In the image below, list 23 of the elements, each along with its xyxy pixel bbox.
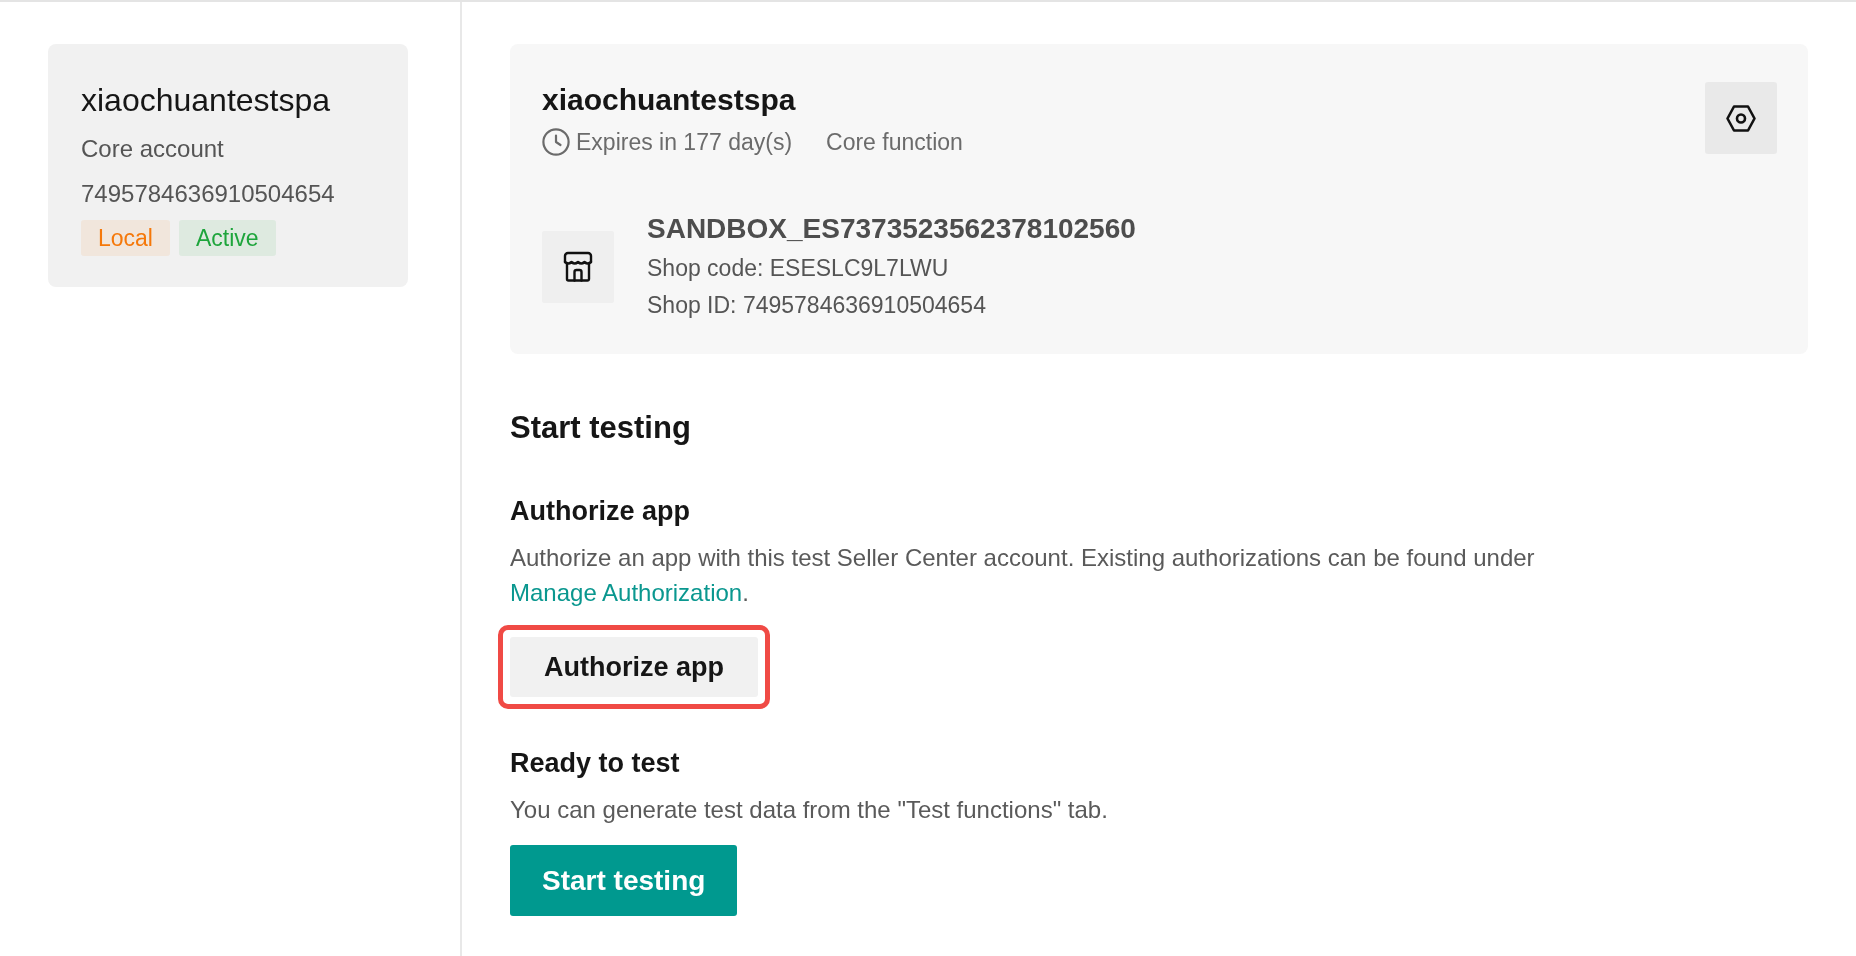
action-button[interactable]: Start testing xyxy=(510,845,738,916)
nut-icon xyxy=(1726,104,1756,132)
account-id: 7495784636910504654 xyxy=(81,180,336,208)
shop-card-title: xiaochuantestspa xyxy=(542,82,797,118)
expiry-text: Expires in 177 day(s) xyxy=(576,128,793,156)
subsection-heading: Authorize app xyxy=(510,495,691,527)
status-tag: Active xyxy=(179,220,276,256)
store-icon xyxy=(542,230,614,303)
section-title: Start testing xyxy=(510,410,692,446)
subsection-description: You can generate test data from the "Test functions" tab. xyxy=(510,795,1109,825)
shop-code: Shop code: ESESLC9L7LWU xyxy=(647,254,950,283)
clock-icon xyxy=(542,128,570,156)
status-tag: Local xyxy=(81,220,170,256)
shop-id: Shop ID: 7495784636910504654 xyxy=(647,291,987,320)
plan-text: Core function xyxy=(826,128,963,156)
subsection-heading: Ready to test xyxy=(510,747,681,779)
shop-name: SANDBOX_ES7373523562378102560 xyxy=(647,212,1136,246)
subsection-description: Authorize an app with this test Seller Center account. Existing authorizations can be found under Manage Authorization. xyxy=(510,543,1536,608)
account-type: Core account xyxy=(81,135,225,163)
account-name: xiaochuantestspa xyxy=(81,82,332,118)
inline-link[interactable]: Manage Authorization xyxy=(510,579,743,606)
settings-button[interactable] xyxy=(1705,82,1777,154)
action-button[interactable]: Authorize app xyxy=(510,637,758,697)
